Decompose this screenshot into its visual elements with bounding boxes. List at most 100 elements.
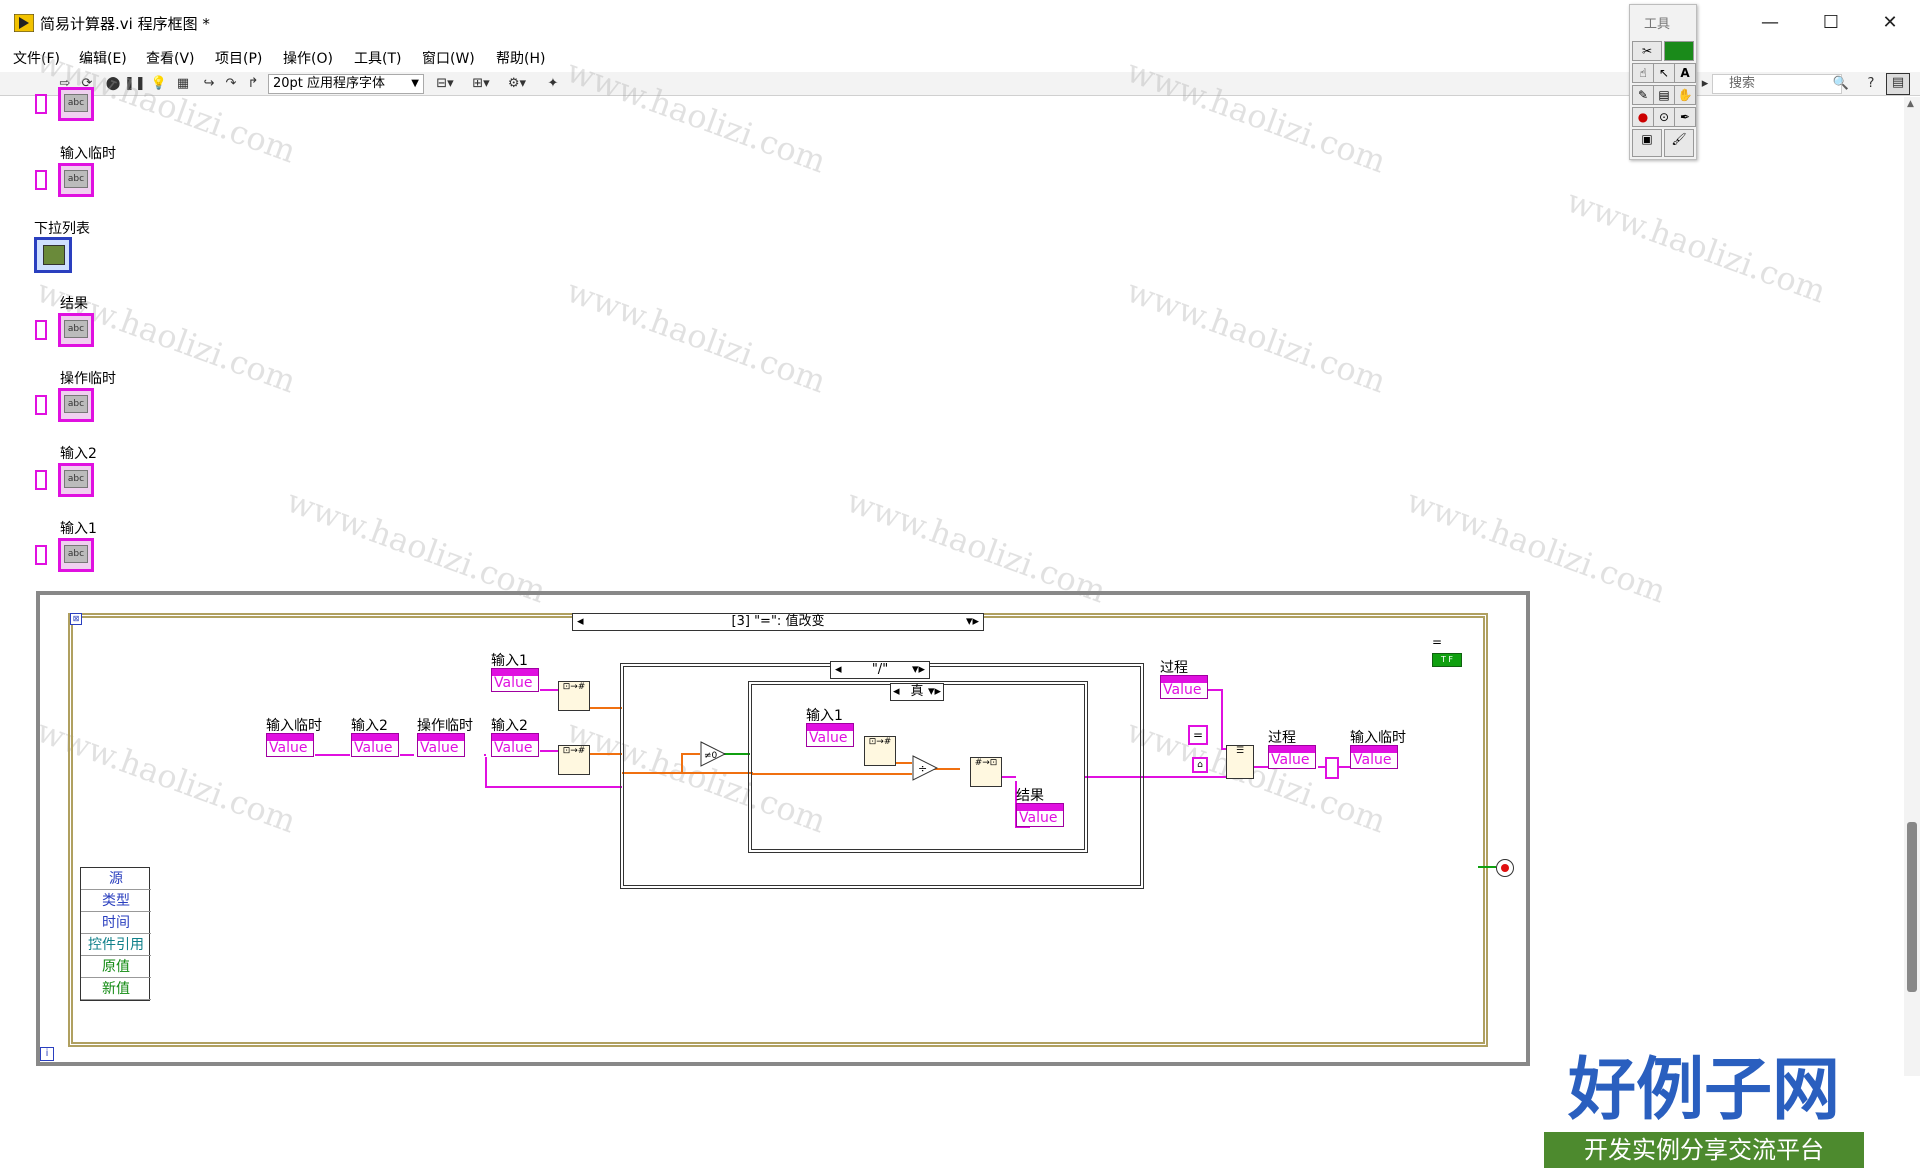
maximize-button[interactable]: ☐ bbox=[1808, 8, 1854, 38]
node-box: Value bbox=[1160, 675, 1208, 699]
node-box: Value bbox=[266, 733, 314, 757]
text-tool-icon[interactable]: A bbox=[1674, 63, 1696, 83]
prev-case-icon[interactable]: ◂ bbox=[893, 684, 900, 700]
string-constant-icon[interactable]: ⌂ bbox=[1192, 757, 1208, 773]
string-to-number-node[interactable]: ⊡→# bbox=[558, 745, 590, 775]
case-selector-operator[interactable]: ◂ "/" ▾▸ bbox=[830, 661, 930, 679]
font-select[interactable]: 20pt 应用程序字体 ▼ bbox=[268, 74, 424, 94]
reorder-icon[interactable]: ⚙▾ bbox=[504, 75, 530, 93]
node-label: 输入临时 bbox=[266, 718, 322, 734]
input2-property-node[interactable]: 输入2 Value bbox=[351, 715, 411, 759]
svg-text:÷: ÷ bbox=[918, 762, 927, 775]
svg-text:≠0: ≠0 bbox=[704, 751, 718, 761]
node-label: 输入2 bbox=[491, 718, 528, 734]
operate-hand-icon[interactable]: ☝ bbox=[1632, 63, 1654, 83]
node-value: Value bbox=[1019, 810, 1058, 826]
menu-operate[interactable]: 操作(O) bbox=[283, 46, 333, 72]
string-to-number-node[interactable]: ⊡→# bbox=[864, 736, 896, 766]
menu-tools[interactable]: 工具(T) bbox=[354, 46, 401, 72]
process-property-node[interactable]: 过程 Value bbox=[1160, 657, 1220, 701]
case-label: 真 bbox=[910, 684, 924, 699]
window-title: 简易计算器.vi 程序框图 * bbox=[40, 15, 210, 33]
node-box: Value bbox=[491, 668, 539, 692]
next-case-icon[interactable]: ▾▸ bbox=[912, 662, 925, 678]
tools-palette-title: 工具 bbox=[1644, 17, 1671, 32]
case-selector-bool[interactable]: ◂ 真 ▾▸ bbox=[890, 683, 944, 701]
step-out-icon[interactable]: ↱ bbox=[244, 75, 262, 93]
haolizi-logo: 好例子网 开发实例分享交流平台 bbox=[1544, 1050, 1864, 1168]
node-box: Value bbox=[1268, 745, 1316, 769]
string-to-number-node[interactable]: ⊡→# bbox=[558, 681, 590, 711]
node-box: Value bbox=[417, 733, 465, 757]
number-to-string-node[interactable]: #→⊡ bbox=[970, 757, 1002, 787]
op-temp-property-node[interactable]: 操作临时 Value bbox=[417, 715, 487, 759]
prev-case-icon[interactable]: ◂ bbox=[835, 662, 842, 678]
case-label: "/" bbox=[871, 662, 889, 677]
scroll-up-icon[interactable]: ▲ bbox=[1907, 99, 1914, 109]
node-label: 过程 bbox=[1160, 660, 1188, 676]
menu-help[interactable]: 帮助(H) bbox=[496, 46, 545, 72]
node-box: Value bbox=[491, 733, 539, 757]
wire-layer bbox=[315, 689, 1496, 868]
node-value: Value bbox=[1353, 752, 1392, 768]
search-placeholder: 搜索 bbox=[1729, 76, 1756, 91]
input1-property-node[interactable]: 输入1 Value bbox=[491, 650, 551, 694]
not-equal-zero-icon[interactable]: ≠0 bbox=[700, 741, 726, 767]
bool-constant-label: = bbox=[1432, 635, 1443, 649]
input1-inner-property-node[interactable]: 输入1 Value bbox=[806, 705, 866, 749]
result-property-node[interactable]: 结果 Value bbox=[1016, 785, 1076, 829]
node-label: 过程 bbox=[1268, 730, 1296, 746]
input2-property-node-2[interactable]: 输入2 Value bbox=[491, 715, 551, 759]
node-value: Value bbox=[809, 730, 848, 746]
node-value: Value bbox=[1271, 752, 1310, 768]
auto-tool-indicator-icon[interactable] bbox=[1664, 41, 1694, 61]
node-box: Value bbox=[351, 733, 399, 757]
logo-main-text: 好例子网 bbox=[1567, 1050, 1840, 1130]
node-box: Value bbox=[806, 723, 854, 747]
node-value: Value bbox=[354, 740, 393, 756]
font-select-value: 20pt 应用程序字体 bbox=[273, 76, 386, 91]
menu-project[interactable]: 项目(P) bbox=[215, 46, 262, 72]
menu-view[interactable]: 查看(V) bbox=[146, 46, 195, 72]
vertical-scrollbar[interactable]: ▲ bbox=[1904, 97, 1920, 1076]
auto-tool-icon[interactable]: ✂ bbox=[1632, 41, 1662, 61]
node-value: Value bbox=[420, 740, 459, 756]
search-input[interactable]: 搜索 bbox=[1712, 74, 1842, 94]
node-value: Value bbox=[494, 675, 533, 691]
next-case-icon[interactable]: ▾▸ bbox=[928, 684, 941, 700]
align-objects-icon[interactable]: ⊟▾ bbox=[432, 75, 458, 93]
node-value: Value bbox=[494, 740, 533, 756]
vertical-scrollbar-thumb[interactable] bbox=[1907, 822, 1917, 992]
minimize-button[interactable]: — bbox=[1747, 8, 1793, 38]
node-value: Value bbox=[1163, 682, 1202, 698]
search-icon[interactable]: 🔍 bbox=[1832, 75, 1850, 93]
true-false-constant[interactable]: T F bbox=[1432, 653, 1462, 667]
logo-sub-text: 开发实例分享交流平台 bbox=[1544, 1132, 1864, 1168]
distribute-objects-icon[interactable]: ⊞▾ bbox=[468, 75, 494, 93]
cleanup-diagram-icon[interactable]: ✦ bbox=[542, 75, 564, 93]
node-box: Value bbox=[1016, 803, 1064, 827]
node-value: Value bbox=[269, 740, 308, 756]
divide-icon[interactable]: ÷ bbox=[912, 755, 938, 781]
node-label: 操作临时 bbox=[417, 718, 473, 734]
chevron-down-icon: ▼ bbox=[411, 78, 419, 89]
menu-window[interactable]: 窗口(W) bbox=[422, 46, 475, 72]
empty-string-constant[interactable] bbox=[1325, 757, 1339, 779]
input-temp-property-node-2[interactable]: 输入临时 Value bbox=[1350, 727, 1420, 771]
step-into-icon[interactable]: ↪ bbox=[200, 75, 218, 93]
step-over-icon[interactable]: ↷ bbox=[222, 75, 240, 93]
labview-app-icon bbox=[14, 14, 34, 32]
node-box: Value bbox=[1350, 745, 1398, 769]
process-property-node-2[interactable]: 过程 Value bbox=[1268, 727, 1328, 771]
vi-icon: ▤ bbox=[1886, 73, 1910, 95]
search-arrow-icon: ▸ bbox=[1701, 76, 1709, 91]
block-diagram-canvas[interactable]: www.haolizi.com www.haolizi.com www.haol… bbox=[0, 42, 1902, 1168]
context-help-icon[interactable]: ? bbox=[1862, 75, 1880, 93]
close-button[interactable]: ✕ bbox=[1867, 8, 1913, 38]
input-temp-property-node[interactable]: 输入临时 Value bbox=[266, 715, 326, 759]
node-label: 输入临时 bbox=[1350, 730, 1406, 746]
node-label: 结果 bbox=[1016, 788, 1044, 804]
string-constant-equals[interactable]: = bbox=[1188, 725, 1208, 745]
concatenate-strings-node[interactable]: ☰ bbox=[1226, 745, 1254, 779]
position-arrow-icon[interactable]: ↖ bbox=[1653, 63, 1675, 83]
